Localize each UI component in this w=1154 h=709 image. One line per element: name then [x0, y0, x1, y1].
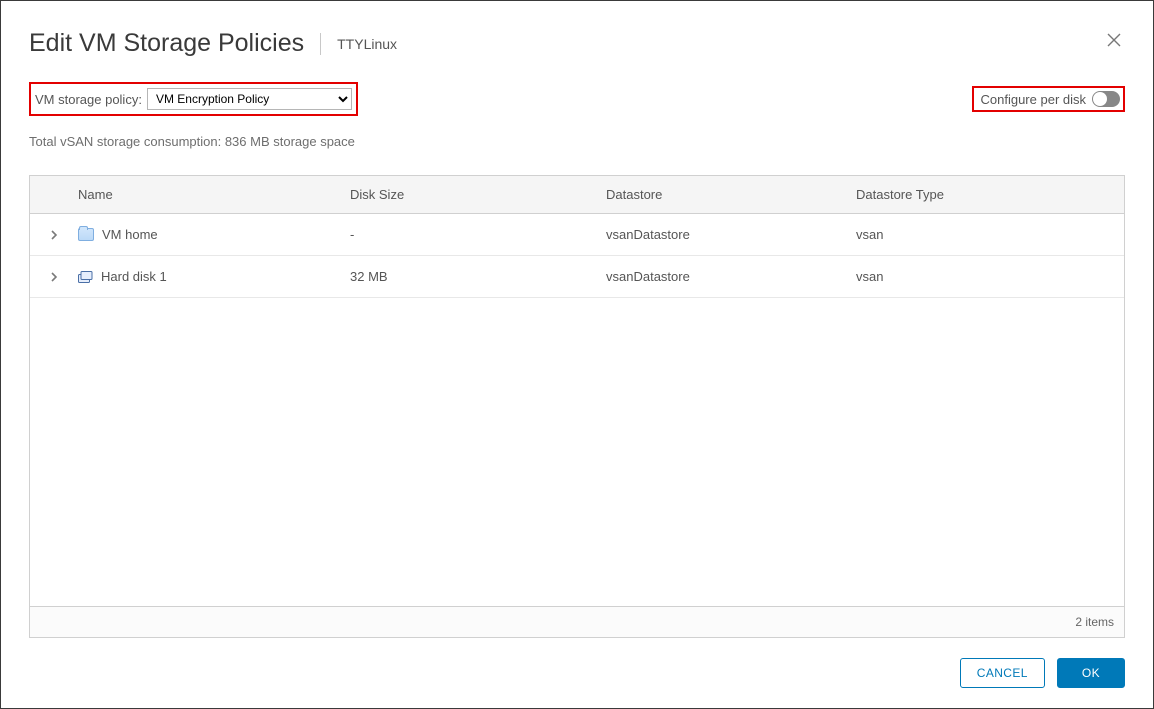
- col-type-header[interactable]: Datastore Type: [856, 187, 1124, 202]
- table-row[interactable]: Hard disk 1 32 MB vsanDatastore vsan: [30, 256, 1124, 298]
- cancel-button[interactable]: CANCEL: [960, 658, 1045, 688]
- policy-select[interactable]: VM Encryption Policy: [147, 88, 352, 110]
- dialog-actions: CANCEL OK: [29, 638, 1125, 688]
- cell-type: vsan: [856, 227, 1124, 242]
- ok-button[interactable]: OK: [1057, 658, 1125, 688]
- policy-label: VM storage policy:: [35, 92, 142, 107]
- expand-row-button[interactable]: [49, 230, 59, 240]
- configure-toggle[interactable]: [1092, 91, 1120, 107]
- cell-datastore: vsanDatastore: [606, 269, 856, 284]
- cell-datastore: vsanDatastore: [606, 227, 856, 242]
- dialog-subtitle: TTYLinux: [337, 36, 397, 52]
- dialog-title: Edit VM Storage Policies: [29, 29, 304, 58]
- table: Name Disk Size Datastore Datastore Type …: [29, 175, 1125, 638]
- col-size-header[interactable]: Disk Size: [350, 187, 606, 202]
- folder-icon: [78, 228, 94, 241]
- close-icon: [1107, 33, 1121, 47]
- col-datastore-header[interactable]: Datastore: [606, 187, 856, 202]
- edit-storage-policies-dialog: Edit VM Storage Policies TTYLinux VM sto…: [0, 0, 1154, 709]
- cell-type: vsan: [856, 269, 1124, 284]
- col-name-header[interactable]: Name: [78, 187, 350, 202]
- cell-name: Hard disk 1: [101, 269, 167, 284]
- cell-size: -: [350, 227, 606, 242]
- disk-icon: [78, 271, 93, 283]
- table-footer: 2 items: [30, 606, 1124, 637]
- chevron-right-icon: [49, 230, 59, 240]
- close-button[interactable]: [1103, 27, 1125, 56]
- expand-row-button[interactable]: [49, 272, 59, 282]
- toggle-knob: [1093, 92, 1107, 106]
- configure-label: Configure per disk: [981, 92, 1087, 107]
- cell-size: 32 MB: [350, 269, 606, 284]
- storage-policy-control: VM storage policy: VM Encryption Policy: [29, 82, 358, 116]
- chevron-right-icon: [49, 272, 59, 282]
- cell-name: VM home: [102, 227, 158, 242]
- consumption-text: Total vSAN storage consumption: 836 MB s…: [29, 134, 1125, 149]
- table-header: Name Disk Size Datastore Datastore Type: [30, 176, 1124, 214]
- controls-row: VM storage policy: VM Encryption Policy …: [29, 82, 1125, 116]
- configure-per-disk-control: Configure per disk: [972, 86, 1126, 112]
- table-body: VM home - vsanDatastore vsan Hard disk 1: [30, 214, 1124, 606]
- dialog-header: Edit VM Storage Policies TTYLinux: [29, 29, 1125, 58]
- title-divider: [320, 33, 321, 55]
- table-row[interactable]: VM home - vsanDatastore vsan: [30, 214, 1124, 256]
